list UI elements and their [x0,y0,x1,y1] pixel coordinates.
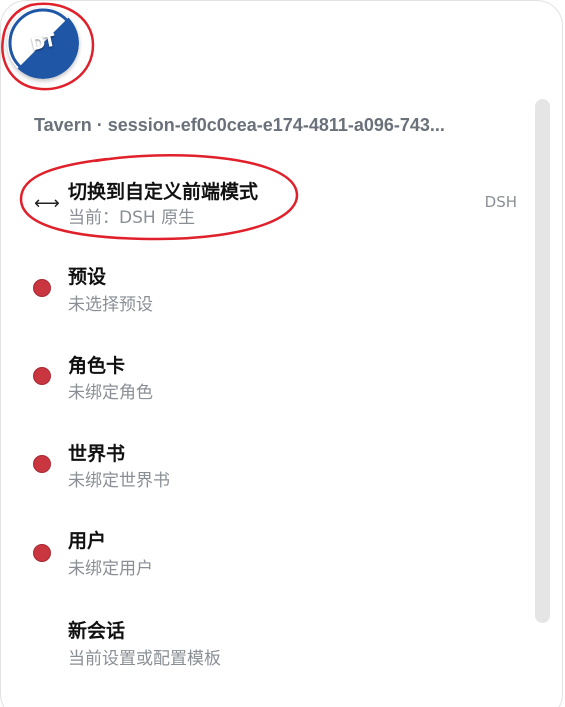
user-title: 用户 [68,530,107,552]
world-book-item[interactable]: 世界书 未绑定世界书 [1,434,531,504]
session-panel: DT Tavern · session-ef0c0cea-e174-4811-a… [0,0,563,707]
character-card-title: 角色卡 [68,355,126,377]
user-item[interactable]: 用户 未绑定用户 [1,522,531,592]
new-session-item[interactable]: 新会话 当前设置或配置模板 [1,611,531,681]
preset-subtitle: 未选择预设 [68,295,153,315]
status-dot-icon [33,455,51,473]
status-dot-icon [33,279,51,297]
status-dot-icon [33,544,51,562]
status-dot-icon [33,367,51,385]
new-session-title: 新会话 [68,620,126,642]
new-session-subtitle: 当前设置或配置模板 [68,649,221,669]
character-card-item[interactable]: 角色卡 未绑定角色 [1,346,531,416]
logo-annotation-circle [1,2,95,91]
logo-area: DT [1,1,97,93]
world-book-title: 世界书 [68,443,126,465]
mode-switch-annotation-ellipse [19,154,299,241]
user-subtitle: 未绑定用户 [68,559,153,579]
world-book-subtitle: 未绑定世界书 [68,471,170,491]
session-title: Tavern · session-ef0c0cea-e174-4811-a096… [34,115,445,135]
preset-item[interactable]: 预设 未选择预设 [1,257,531,327]
preset-title: 预设 [68,266,107,288]
character-card-subtitle: 未绑定角色 [68,383,153,403]
scrollbar[interactable] [535,99,550,623]
mode-badge: DSH [484,193,517,211]
